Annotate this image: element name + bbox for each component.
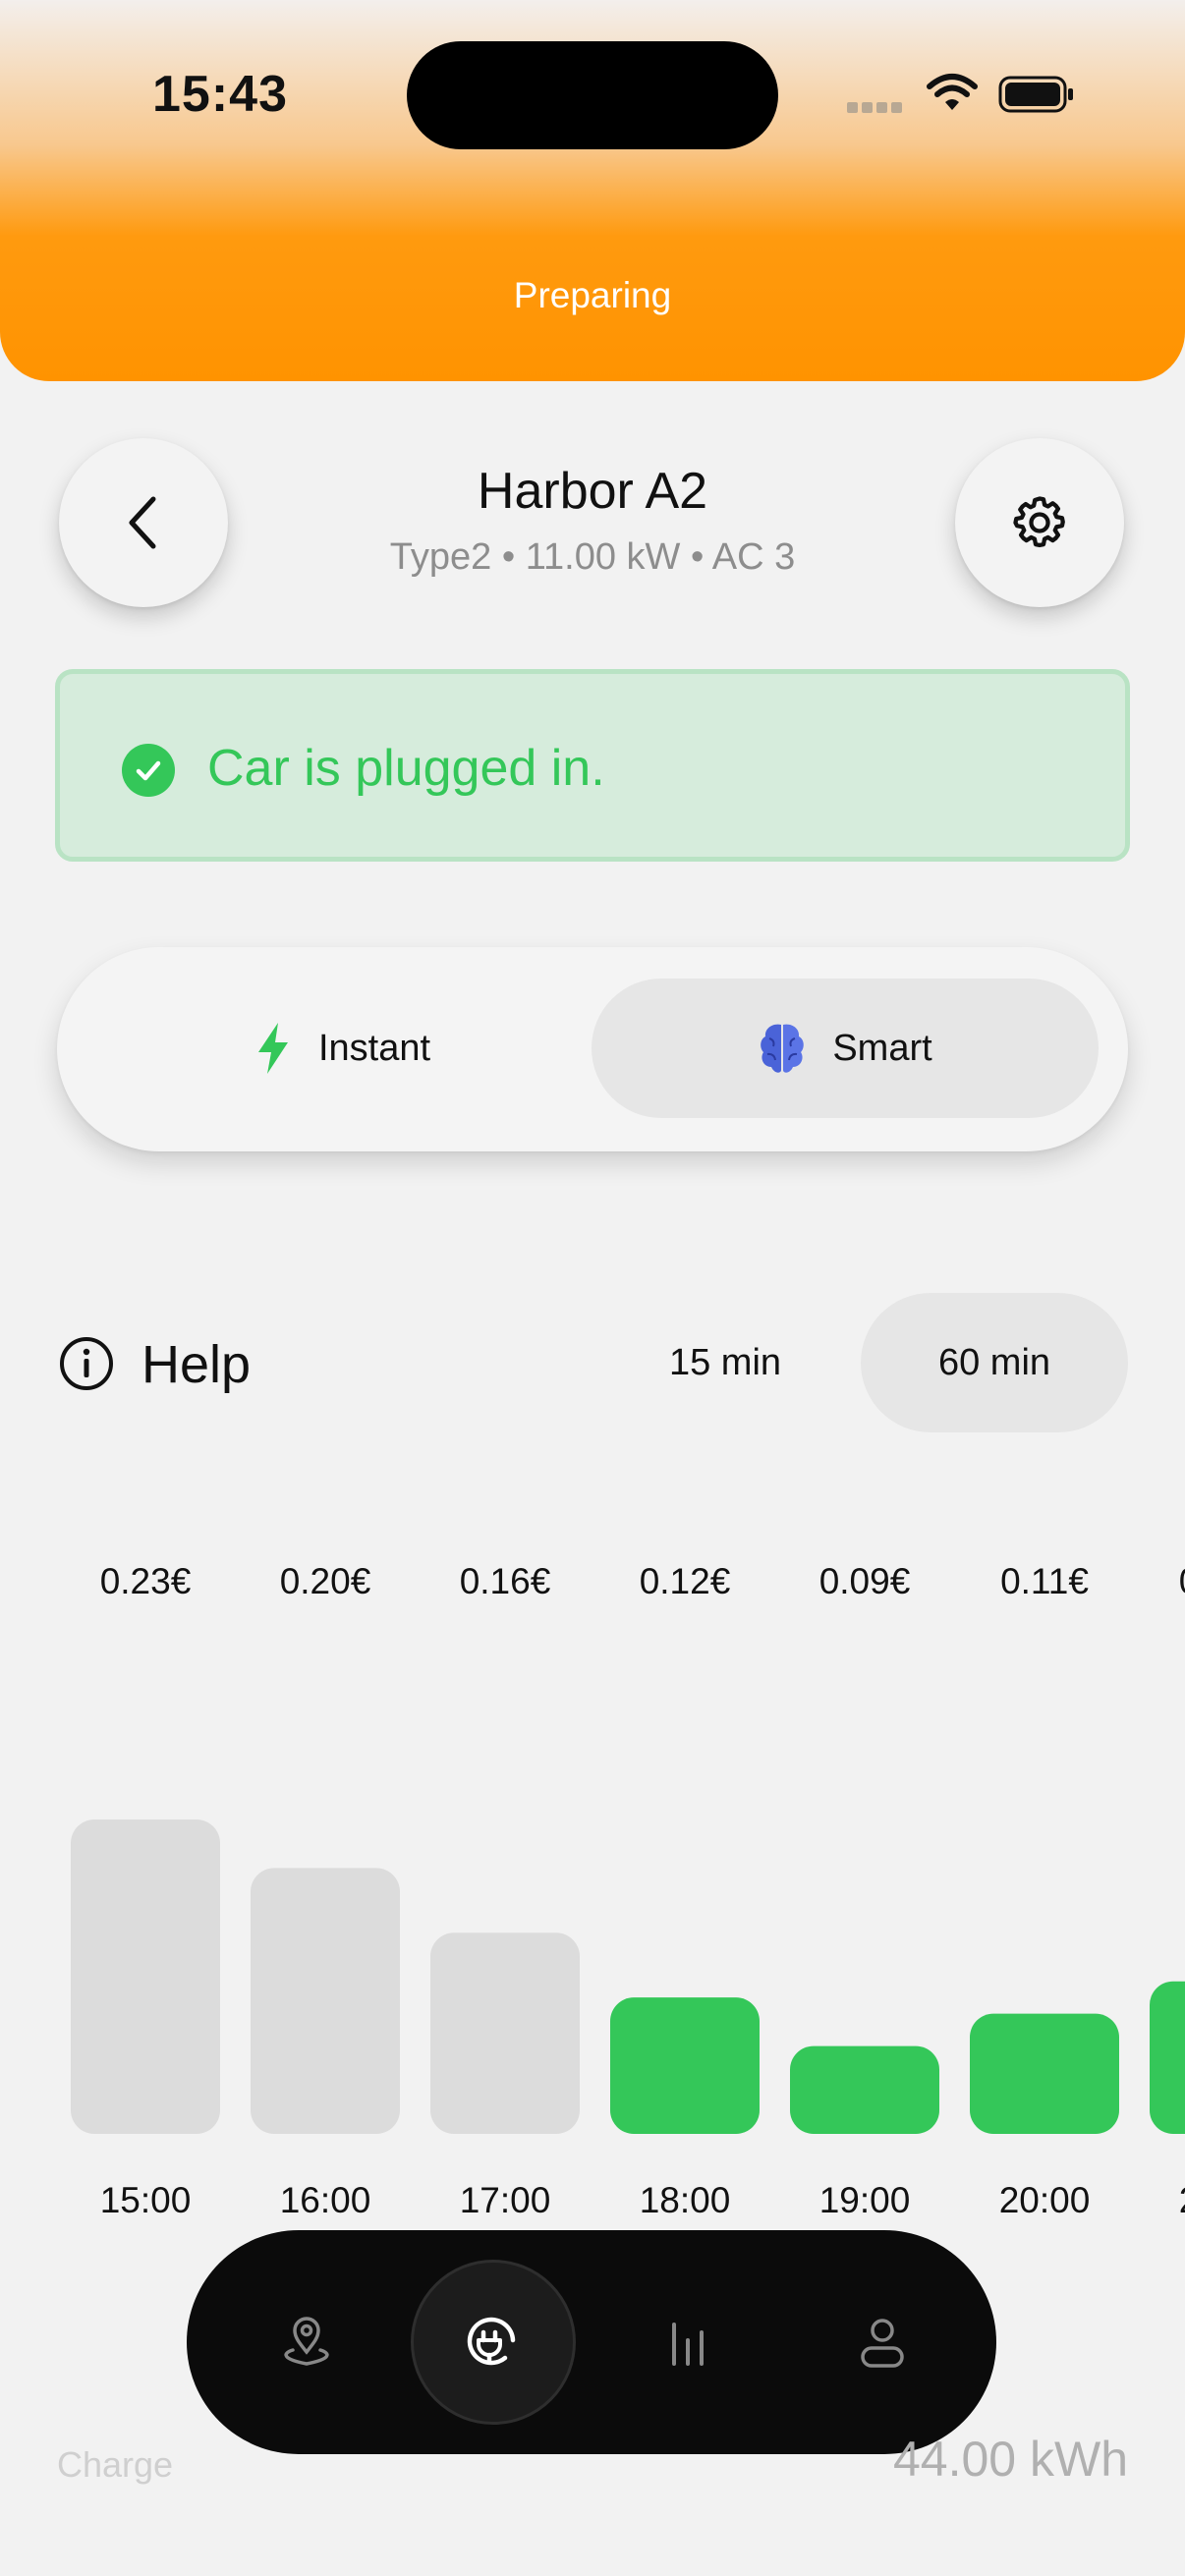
time-label: 18:00: [640, 2180, 731, 2220]
price-label: 0.11€: [1000, 1561, 1089, 1601]
nav-map-button[interactable]: [246, 2281, 367, 2403]
map-pin-icon: [284, 2317, 329, 2366]
dynamic-island: [407, 41, 778, 149]
battery-icon: [998, 76, 1073, 113]
station-name: Harbor A2: [477, 463, 708, 520]
mode-instant-label: Instant: [317, 1027, 431, 1069]
nav-charge-button[interactable]: [411, 2260, 576, 2425]
price-bar-1700[interactable]: [430, 1932, 580, 2134]
charge-mode-toggle: Instant Smart: [57, 947, 1128, 1151]
help-row: Help 15 min 60 min: [55, 1293, 1130, 1432]
price-bar-1600[interactable]: [251, 1868, 400, 2134]
time-label: 16:00: [280, 2180, 371, 2220]
price-bar-1800[interactable]: [610, 1997, 760, 2134]
brain-icon: [761, 1024, 805, 1073]
price-bar-1500[interactable]: [71, 1820, 220, 2134]
price-bar-2100[interactable]: [1150, 1981, 1185, 2134]
station-details: Type2 • 11.00 kW • AC 3: [389, 536, 796, 578]
time-label: 17:00: [460, 2180, 551, 2220]
status-header: 15:43 Preparing: [0, 0, 1185, 381]
lightning-icon: [257, 1023, 288, 1074]
plugged-in-alert: Car is plugged in.: [55, 669, 1130, 862]
bottom-nav: [187, 2230, 996, 2454]
plug-icon: [467, 2317, 516, 2366]
mode-smart-label: Smart: [832, 1027, 932, 1069]
price-bar-2000[interactable]: [970, 2013, 1119, 2134]
chevron-left-icon: [129, 496, 156, 549]
price-chart-svg: 0.23€ 15:00 0.20€ 16:00 0.16€ 17:00 0.12€ 18:00…: [71, 1561, 1185, 2220]
price-label: 0.09€: [819, 1561, 911, 1601]
back-button[interactable]: [59, 438, 228, 607]
charging-status: Preparing: [513, 275, 672, 315]
price-label: 0.20€: [280, 1561, 371, 1601]
user-icon: [861, 2319, 904, 2368]
time-label: 19:00: [819, 2180, 911, 2220]
price-bar-1900[interactable]: [790, 2045, 939, 2134]
status-time: 15:43: [152, 66, 288, 123]
nav-profile-button[interactable]: [821, 2281, 943, 2403]
mode-smart-button[interactable]: Smart: [592, 979, 1099, 1118]
signal-icon: [847, 100, 906, 118]
price-label: 0.12€: [640, 1561, 731, 1601]
interval-60min-button[interactable]: 60 min: [861, 1293, 1128, 1432]
check-circle-icon: [122, 744, 175, 797]
alert-message: Car is plugged in.: [207, 740, 605, 797]
mode-instant-button[interactable]: Instant: [88, 979, 595, 1118]
interval-15min-button[interactable]: 15 min: [592, 1293, 859, 1432]
price-label: 0.13€: [1179, 1561, 1185, 1601]
charge-energy-value: 44.00 kWh: [892, 2432, 1128, 2487]
bar-chart-icon: [672, 2323, 704, 2366]
price-label: 0.23€: [100, 1561, 192, 1601]
time-label: 15:00: [100, 2180, 192, 2220]
info-icon[interactable]: [59, 1336, 114, 1391]
charge-label: Charge: [57, 2444, 174, 2485]
wifi-icon: [927, 74, 978, 110]
settings-button[interactable]: [955, 438, 1124, 607]
time-label: 20:00: [999, 2180, 1091, 2220]
help-label[interactable]: Help: [141, 1334, 251, 1395]
price-label: 0.16€: [460, 1561, 551, 1601]
status-icons: [847, 71, 1083, 120]
nav-stats-button[interactable]: [627, 2281, 749, 2403]
time-label: 21:00: [1179, 2180, 1185, 2220]
price-chart: 0.23€ 15:00 0.20€ 16:00 0.16€ 17:00 0.12€ 18:00…: [0, 1533, 1185, 2240]
gear-icon: [1013, 496, 1065, 548]
